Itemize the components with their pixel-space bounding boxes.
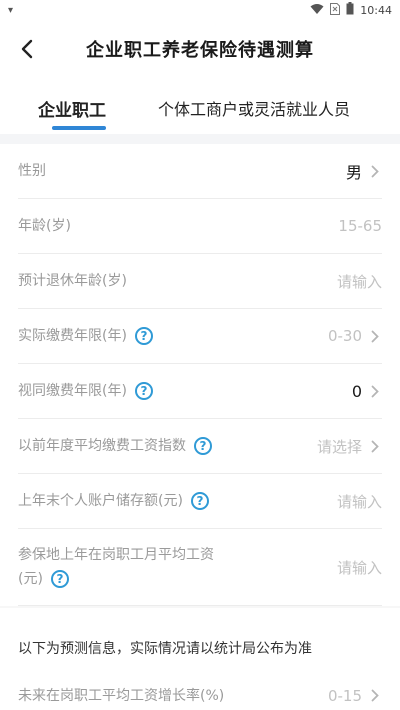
section-divider	[0, 134, 400, 144]
status-bar: ▾ 10:44	[0, 0, 400, 20]
age-label: 年龄(岁)	[18, 218, 71, 234]
chevron-right-icon	[368, 164, 382, 178]
tab-enterprise-employee[interactable]: 企业职工	[38, 96, 106, 121]
account-balance-row[interactable]: 上年末个人账户储存额(元) ? 请输入	[18, 474, 382, 529]
retirement-age-label: 预计退休年龄(岁)	[18, 273, 127, 289]
actual-contribution-years-row[interactable]: 实际缴费年限(年) ? 0-30	[18, 309, 382, 364]
battery-icon	[346, 2, 354, 18]
account-balance-input[interactable]: 请输入	[337, 491, 382, 512]
chevron-right-icon	[368, 689, 382, 703]
average-wage-row[interactable]: 参保地上年在岗职工月平均工资 (元) ? 请输入	[18, 529, 382, 606]
back-button[interactable]	[12, 34, 42, 64]
gender-value: 男	[345, 163, 362, 182]
wage-index-row[interactable]: 以前年度平均缴费工资指数 ? 请选择	[18, 419, 382, 474]
page-title: 企业职工养老保险待遇测算	[86, 40, 314, 61]
wage-index-label: 以前年度平均缴费工资指数	[18, 438, 186, 454]
help-icon[interactable]: ?	[134, 382, 153, 400]
deemed-contribution-years-value: 0	[351, 381, 362, 401]
notification-indicator: ▾	[8, 4, 14, 16]
tab-bar: 企业职工 个体工商户或灵活就业人员	[0, 78, 400, 134]
tab-self-employed[interactable]: 个体工商户或灵活就业人员	[158, 96, 350, 120]
chevron-right-icon	[368, 329, 382, 343]
help-icon[interactable]: ?	[50, 570, 69, 588]
help-icon[interactable]: ?	[190, 492, 209, 510]
gender-label: 性别	[18, 163, 46, 179]
help-icon[interactable]: ?	[194, 437, 212, 455]
actual-contribution-years-value: 0-30	[327, 327, 362, 345]
gender-row[interactable]: 性别 男	[18, 144, 382, 199]
sim-icon	[330, 2, 341, 18]
chevron-right-icon	[368, 439, 382, 453]
wage-growth-rate-value: 0-15	[327, 686, 362, 705]
retirement-age-row[interactable]: 预计退休年龄(岁) 请输入	[18, 254, 382, 309]
deemed-contribution-years-row[interactable]: 视同缴费年限(年) ? 0	[18, 364, 382, 419]
wage-index-select[interactable]: 请选择	[317, 436, 362, 457]
status-icons: 10:44	[310, 2, 392, 18]
clock: 10:44	[360, 3, 392, 17]
wage-growth-rate-row[interactable]: 未来在岗职工平均工资增长率(%) 0-15	[18, 668, 382, 710]
calculation-form: 性别 男 年龄(岁) 15-65 预计退休年龄(岁) 请输入 实际缴费年限(年)…	[0, 144, 400, 606]
title-bar: 企业职工养老保险待遇测算	[0, 20, 400, 78]
forecast-form: 未来在岗职工平均工资增长率(%) 0-15	[0, 668, 400, 710]
actual-contribution-years-label: 实际缴费年限(年)	[18, 328, 127, 344]
help-icon[interactable]: ?	[134, 327, 153, 345]
chevron-right-icon	[368, 384, 382, 398]
deemed-contribution-years-label: 视同缴费年限(年)	[18, 383, 127, 399]
retirement-age-input[interactable]: 请输入	[337, 271, 382, 292]
average-wage-label-unit: (元)	[18, 571, 43, 587]
wage-growth-rate-label: 未来在岗职工平均工资增长率(%)	[18, 687, 225, 704]
wifi-icon	[310, 3, 324, 18]
average-wage-label: 参保地上年在岗职工月平均工资	[18, 547, 214, 563]
forecast-notice: 以下为预测信息，实际情况请以统计局公布为准	[18, 641, 312, 657]
active-tab-indicator	[52, 126, 106, 130]
age-input[interactable]: 15-65	[338, 217, 382, 235]
average-wage-input[interactable]: 请输入	[337, 557, 382, 578]
age-row[interactable]: 年龄(岁) 15-65	[18, 199, 382, 254]
back-arrow-icon	[21, 39, 33, 59]
account-balance-label: 上年末个人账户储存额(元)	[18, 493, 183, 509]
